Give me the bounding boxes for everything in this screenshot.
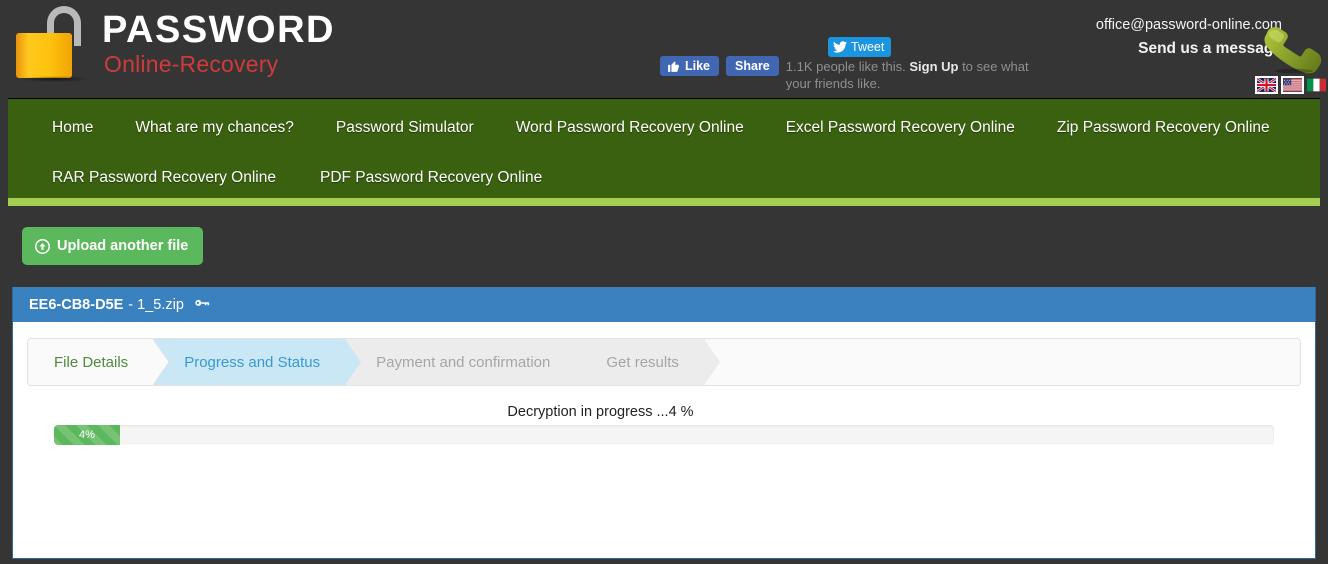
tweet-label: Tweet bbox=[851, 40, 885, 54]
social-widgets: Tweet Like Share 1.1K people like this. … bbox=[660, 34, 1040, 90]
panel-body: File Details Progress and Status Payment… bbox=[13, 322, 1315, 445]
nav-row-secondary: RAR Password Recovery Online PDF Passwor… bbox=[52, 153, 1276, 203]
file-job-panel: EE6-CB8-D5E - 1_5.zip File Details Progr… bbox=[12, 287, 1316, 559]
upload-button-label: Upload another file bbox=[57, 238, 189, 254]
italian-flag-icon[interactable] bbox=[1307, 78, 1326, 92]
facebook-widget: Like Share 1.1K people like this. Sign U… bbox=[660, 56, 1038, 90]
wizard-tail bbox=[704, 339, 1300, 385]
facebook-like-button[interactable]: Like bbox=[660, 56, 720, 76]
file-name-label: - 1_5.zip bbox=[128, 296, 184, 313]
nav-row-primary: Home What are my chances? Password Simul… bbox=[52, 103, 1276, 153]
thumbs-up-icon bbox=[668, 60, 679, 72]
facebook-share-label: Share bbox=[735, 59, 770, 73]
facebook-like-count: 1.1K people like this. bbox=[785, 59, 910, 74]
decryption-progress: Decryption in progress ...4 % 4% bbox=[27, 404, 1301, 445]
chevron-right-icon bbox=[345, 339, 362, 385]
wizard-step-label: Progress and Status bbox=[184, 353, 321, 371]
facebook-signup-link[interactable]: Sign Up bbox=[909, 59, 958, 74]
english-us-flag-icon[interactable] bbox=[1283, 78, 1302, 92]
twitter-bird-icon bbox=[833, 41, 847, 53]
nav-accent-bar bbox=[8, 198, 1320, 206]
site-logo[interactable]: PASSWORD Online-Recovery bbox=[14, 4, 335, 82]
english-uk-flag-icon[interactable] bbox=[1257, 78, 1276, 92]
nav-item-rar-password-recovery[interactable]: RAR Password Recovery Online bbox=[52, 169, 276, 187]
contact-email[interactable]: office@password-online.com bbox=[1096, 14, 1282, 37]
nav-item-zip-password-recovery[interactable]: Zip Password Recovery Online bbox=[1057, 119, 1270, 137]
main-content: Upload another file EE6-CB8-D5E - 1_5.zi… bbox=[0, 198, 1328, 559]
nav-item-pdf-password-recovery[interactable]: PDF Password Recovery Online bbox=[320, 169, 542, 187]
wizard-step-label: File Details bbox=[54, 353, 129, 371]
chevron-right-icon bbox=[575, 339, 592, 385]
brand-title: PASSWORD bbox=[102, 8, 335, 51]
language-switcher bbox=[1255, 78, 1326, 92]
nav-item-home[interactable]: Home bbox=[52, 119, 93, 137]
upload-another-file-button[interactable]: Upload another file bbox=[22, 227, 204, 265]
key-icon bbox=[195, 299, 210, 306]
main-navigation: Home What are my chances? Password Simul… bbox=[8, 98, 1320, 206]
telephone-handset-icon bbox=[1264, 27, 1322, 74]
nav-item-what-are-my-chances[interactable]: What are my chances? bbox=[135, 119, 294, 137]
wizard-step-label: Payment and confirmation bbox=[376, 353, 551, 371]
chevron-right-icon bbox=[153, 339, 170, 385]
facebook-share-button[interactable]: Share bbox=[726, 56, 779, 76]
wizard-step-label: Get results bbox=[606, 353, 679, 371]
site-header: PASSWORD Online-Recovery Tweet Like Shar… bbox=[0, 0, 1328, 98]
nav-item-word-password-recovery[interactable]: Word Password Recovery Online bbox=[516, 119, 744, 137]
chevron-right-icon bbox=[703, 339, 720, 385]
upload-circle-arrow-icon bbox=[35, 238, 50, 254]
progress-wizard: File Details Progress and Status Payment… bbox=[27, 338, 1301, 386]
contact-info: office@password-online.com Send us a mes… bbox=[1096, 14, 1282, 60]
facebook-social-proof: 1.1K people like this. Sign Up to see wh… bbox=[786, 58, 1038, 90]
brand-subtitle: Online-Recovery bbox=[104, 50, 279, 77]
wizard-step-progress-and-status[interactable]: Progress and Status bbox=[154, 339, 362, 385]
file-id-label: EE6-CB8-D5E bbox=[29, 296, 124, 313]
panel-header: EE6-CB8-D5E - 1_5.zip bbox=[13, 287, 1315, 322]
progress-bar-fill: 4% bbox=[54, 425, 120, 445]
wizard-step-get-results[interactable]: Get results bbox=[576, 339, 720, 385]
open-padlock-icon bbox=[14, 4, 90, 82]
progress-bar-track: 4% bbox=[54, 425, 1274, 445]
progress-percent-label: 4% bbox=[78, 429, 95, 441]
facebook-like-label: Like bbox=[685, 59, 711, 73]
wizard-step-file-details[interactable]: File Details bbox=[28, 339, 170, 385]
tweet-button[interactable]: Tweet bbox=[828, 37, 892, 57]
wizard-step-payment-and-confirmation[interactable]: Payment and confirmation bbox=[346, 339, 592, 385]
nav-item-password-simulator[interactable]: Password Simulator bbox=[336, 119, 474, 137]
progress-status-text: Decryption in progress ...4 % bbox=[507, 404, 694, 420]
send-message-link[interactable]: Send us a message bbox=[1096, 37, 1282, 60]
nav-item-excel-password-recovery[interactable]: Excel Password Recovery Online bbox=[786, 119, 1015, 137]
page-root: PASSWORD Online-Recovery Tweet Like Shar… bbox=[0, 0, 1328, 564]
